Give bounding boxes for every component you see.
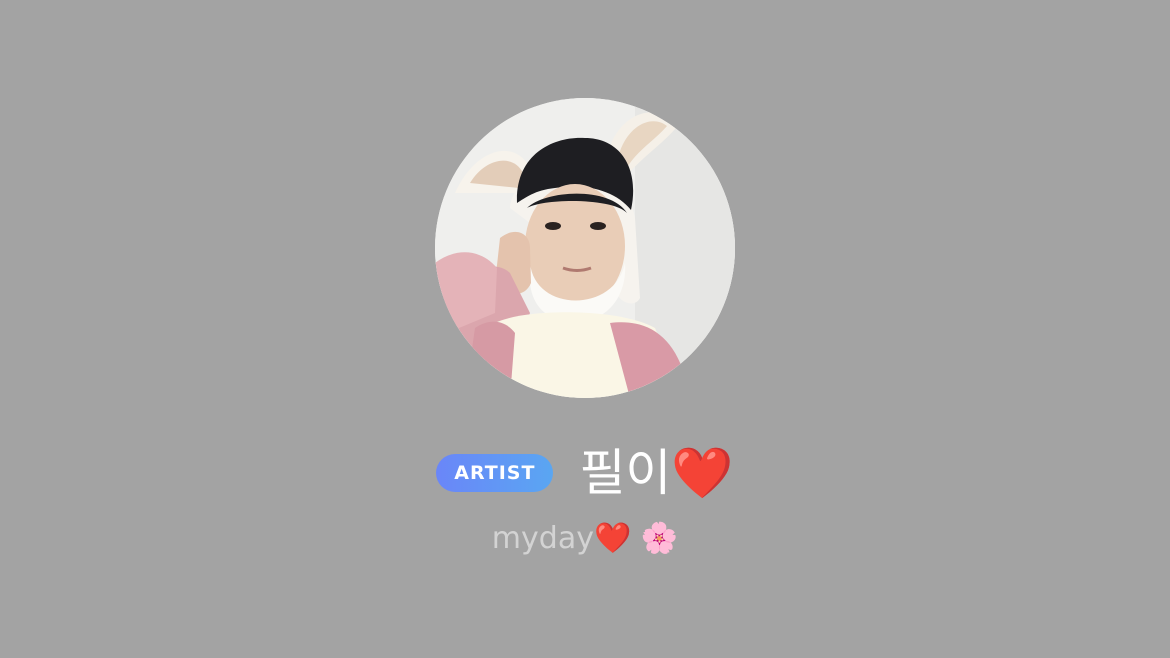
artist-badge: ARTIST xyxy=(436,454,554,492)
profile-card: ARTIST 필이❤️ myday❤️ 🌸 xyxy=(0,0,1170,658)
status-message: myday❤️ 🌸 xyxy=(491,521,679,556)
status-row: myday❤️ 🌸 xyxy=(0,516,1170,562)
name-row: ARTIST 필이❤️ xyxy=(0,440,1170,506)
avatar-image xyxy=(435,98,735,398)
display-name: 필이❤️ xyxy=(579,444,734,502)
avatar[interactable] xyxy=(435,98,735,398)
